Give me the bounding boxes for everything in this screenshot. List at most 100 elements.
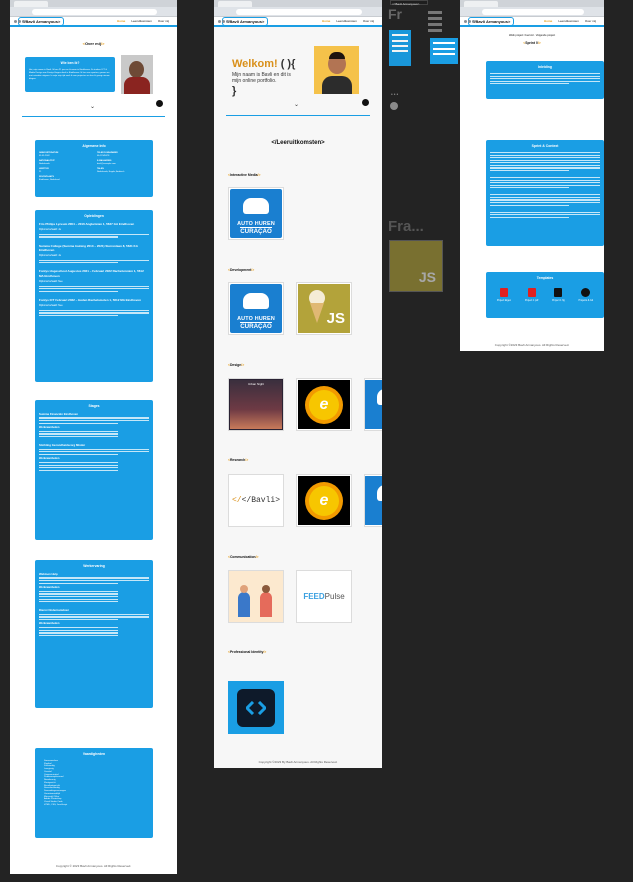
site-navbar: </Bavli Armanyous> Home Leeruitkomsten O… (214, 16, 382, 27)
info-item: NATIONALITEIT Nederlands (39, 160, 55, 166)
context-title: Sprint & Context (531, 144, 559, 148)
general-info-card: Algemene Info GEBOORTEDATUM 01-01-2002 TE… (35, 140, 153, 197)
footer-project: Copyright ©2023 Bavli Armanyous. All Rig… (494, 343, 570, 347)
floating-fra-text: Fra... (388, 218, 424, 235)
page-title: </Leeruitkomsten> (271, 140, 325, 146)
browser-tab[interactable] (14, 1, 48, 7)
general-info-title: Algemene Info (82, 144, 106, 148)
template-item[interactable]: Project 1 pdf (525, 287, 538, 302)
project-tile-icecream-js[interactable]: JS (296, 282, 352, 335)
category-communication: <Communication/> (228, 555, 259, 559)
project-tile-people-illustration[interactable] (228, 570, 284, 623)
internships-title: Stages (88, 404, 100, 408)
category-research: <Research/> (228, 458, 249, 462)
sprint-context-card: Sprint & Context (486, 140, 604, 246)
pdf-icon (527, 287, 536, 297)
nav-link-over-mij[interactable]: Over mij (158, 19, 169, 23)
browser-chrome (460, 0, 604, 23)
nav-link-leeruitkomsten[interactable]: Leeruitkomsten (558, 19, 579, 23)
site-navbar: </Bavli Armanyous> Home Leeruitkomsten O… (460, 16, 604, 27)
education-title: Opleidingen (84, 214, 104, 218)
project-tile-autohuren-partial[interactable] (364, 378, 382, 431)
internships-card: Stages Summa Financiën Eindhoven Werkzaa… (35, 400, 153, 540)
hero-welcome: Welkom! (232, 58, 278, 70)
hero-text: Welkom! ( ){ Mijn naam is Bavli en dit i… (232, 58, 295, 97)
intro-title: Inleiding (538, 65, 552, 69)
skills-title: Vaardigheden (82, 752, 106, 756)
hero-subtext: Mijn naam is Bavli en dit is mijn online… (232, 72, 291, 85)
floating-thumbnail-card (389, 30, 411, 66)
floating-ghost-icon: Fr (388, 6, 402, 22)
templates-title: Templates (536, 276, 554, 280)
work-title: Werkervaring (83, 564, 105, 568)
hero-avatar (314, 46, 359, 94)
intro-card: Wie ben ik? Hoi, mijn naam is Bavli. Ik … (25, 57, 115, 92)
footer-home: Copyright © 2023 Bavli Armanyous. All Ri… (55, 864, 132, 868)
templates-card: Templates Project Eigen Project 1 pdf Pr… (486, 272, 604, 318)
browser-window-home: </Bavli Armanyous> Home Leeruitkomsten O… (10, 0, 177, 874)
browser-tab[interactable] (218, 1, 252, 7)
address-bar[interactable] (236, 9, 362, 15)
browser-tab[interactable] (464, 1, 498, 7)
project-tile-sun-logo[interactable]: e (296, 474, 352, 527)
hero-parens: ( ){ (280, 58, 296, 70)
template-item[interactable]: Project Eigen (497, 287, 511, 302)
category-design: <Design/> (228, 363, 245, 367)
figma-icon (554, 287, 563, 297)
section-divider (22, 116, 165, 117)
address-bar[interactable] (32, 9, 157, 15)
github-icon (581, 287, 591, 297)
more-dots-icon[interactable]: ••• (391, 92, 399, 98)
template-item[interactable]: Project 1 fig (552, 287, 565, 302)
avatar[interactable] (390, 102, 398, 110)
template-item[interactable]: Projects & Git (578, 287, 593, 302)
nav-link-leeruitkomsten[interactable]: Leeruitkomsten (131, 19, 152, 23)
project-tile-urban-night[interactable]: Urban Night (228, 378, 284, 431)
nav-buttons[interactable] (218, 10, 232, 23)
address-bar[interactable] (482, 9, 584, 15)
project-tile-vscode[interactable] (228, 681, 284, 734)
project-tile-bavli[interactable]: </</Bavli> (228, 474, 284, 527)
work-item: Webtoen Hulp Werkzaamheden (39, 572, 149, 603)
intro-title: Wie ben ik? (60, 61, 80, 65)
browser-window-project: </Bavli Armanyous> Home Leeruitkomsten O… (460, 0, 604, 351)
intro-card: Inleiding (486, 61, 604, 99)
category-professional-identity: <Professional Identity/> (228, 650, 267, 654)
nav-link-home[interactable]: Home (544, 19, 552, 23)
nav-buttons[interactable] (14, 10, 28, 23)
project-tile-autohuren-partial[interactable] (364, 474, 382, 527)
category-interactive-media: <Interactive Media/> (228, 173, 261, 177)
project-tile-autohuren[interactable]: AUTO HUREN CURAÇAO (228, 187, 284, 240)
scroll-down-icon[interactable]: ⌄ (294, 101, 299, 108)
nav-link-home[interactable]: Home (322, 19, 330, 23)
education-item: Fontys ICT Februari 2022 – Heden Rachels… (39, 298, 149, 317)
skills-card: Vaardigheden SamenwerkenFlexibelZelfstan… (35, 748, 153, 838)
work-card: Werkervaring Webtoen Hulp Werkzaamheden … (35, 560, 153, 708)
nav-link-leeruitkomsten[interactable]: Leeruitkomsten (336, 19, 357, 23)
nav-buttons[interactable] (464, 10, 478, 23)
nav-link-home[interactable]: Home (117, 19, 125, 23)
section-divider (226, 115, 370, 116)
education-item: Fris Philips Lyceum 2004 – 2016 Anglaris… (39, 222, 149, 238)
floating-label: </ Bavli Armanyous> (390, 0, 428, 6)
skill-item: HTML, CSS, JavaScript (44, 804, 149, 807)
code-brackets-icon (246, 700, 266, 715)
education-card: Opleidingen Fris Philips Lyceum 2004 – 2… (35, 210, 153, 382)
education-item: Fontys Hogeschool Augustus 2021 – Februa… (39, 269, 149, 292)
section-title-sprint: <Sprint 0/> (523, 41, 541, 45)
scroll-top-button[interactable] (156, 100, 163, 107)
browser-window-outcomes: </Bavli Armanyous> Home Leeruitkomsten O… (214, 0, 382, 768)
scroll-top-button[interactable] (362, 99, 369, 106)
project-tile-sun-logo[interactable]: e (296, 378, 352, 431)
info-item: GEBOORTEDATUM 01-01-2002 (39, 151, 59, 157)
footer-outcomes: Copyright ©2023 By Bavli Armanyous. All … (258, 760, 338, 764)
nav-link-over-mij[interactable]: Over mij (585, 19, 596, 23)
scroll-down-icon[interactable]: ⌄ (90, 103, 95, 110)
work-item: Dienst Ondernamdsier Werkzaamheden (39, 608, 149, 637)
project-tile-feedpulse[interactable]: FEEDPulse (296, 570, 352, 623)
project-tile-autohuren[interactable]: AUTO HUREN CURAÇAO (228, 282, 284, 335)
nav-link-over-mij[interactable]: Over mij (363, 19, 374, 23)
info-item: TALEN Nederlands, Engels, Arabisch (97, 168, 125, 174)
breadcrumb[interactable]: Welk project: Fuel Ad · Volgende project (460, 34, 604, 37)
info-item: LEEFTIJD 21 (39, 168, 49, 174)
